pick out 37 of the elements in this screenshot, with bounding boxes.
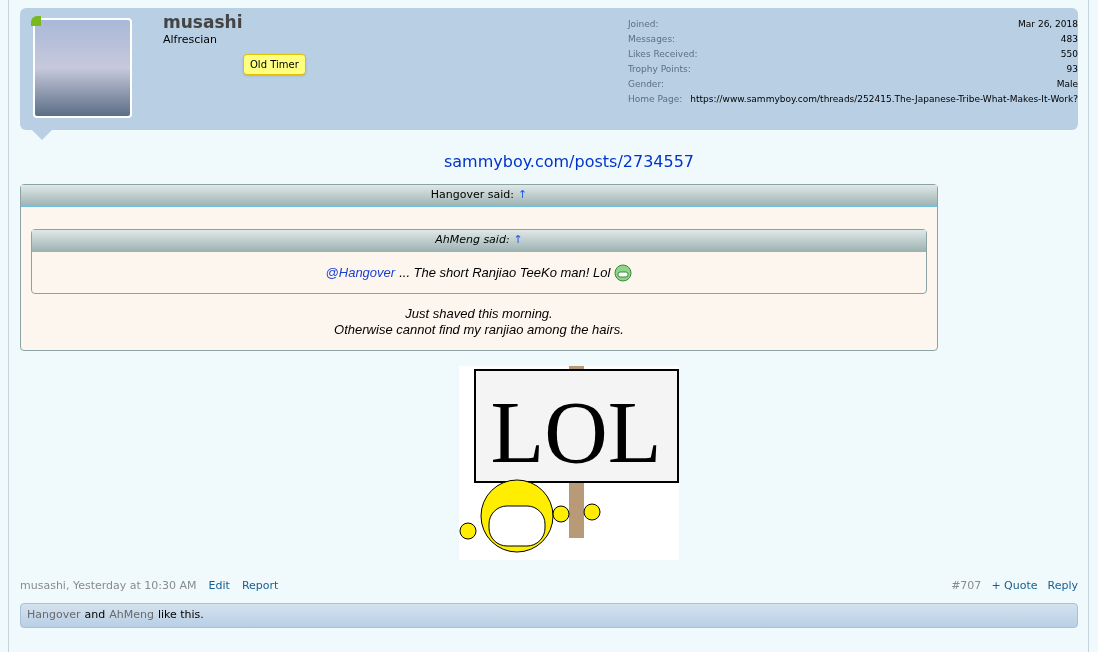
lol-sign-smiley-drawing: LOL — [459, 366, 679, 560]
likes-text: and — [84, 606, 106, 623]
post-action-link[interactable]: + Quote — [991, 578, 1038, 595]
stat-label: Home Page: — [627, 93, 683, 106]
quote-author: AhMeng said: — [435, 232, 510, 249]
arrow-up-icon[interactable]: ↑ — [518, 187, 528, 204]
post-number-link[interactable]: #707 — [951, 578, 982, 595]
arrow-up-icon[interactable]: ↑ — [513, 232, 523, 249]
post-action-link[interactable]: Reply — [1047, 578, 1078, 595]
user-title: Alfrescian — [163, 33, 219, 47]
stat-label: Gender: — [627, 78, 664, 91]
stat-label: Messages: — [627, 33, 676, 46]
post-link[interactable]: sammyboy.com/posts/2734557 — [443, 150, 695, 174]
quote-author: Hangover said: — [430, 187, 514, 204]
stat-value: 483 — [1060, 33, 1078, 46]
avatar-photo-placeholder[interactable] — [33, 18, 132, 118]
grin-smiley-icon — [614, 263, 633, 282]
stat-value: Male — [1056, 78, 1078, 91]
username[interactable]: musashi — [163, 11, 628, 33]
home-page-link[interactable]: https://www.sammyboy.com/threads/252415.The-Japanese-Tribe-What-Makes-It-Work? — [690, 92, 1078, 107]
stat-value: 93 — [1066, 63, 1078, 76]
post-action-link[interactable]: Edit — [208, 578, 230, 595]
stat-label: Trophy Points: — [627, 63, 691, 76]
stat-label: Likes Received: — [627, 48, 698, 61]
quote-text: Otherwise cannot find my ranjiao among the hairs. — [334, 322, 624, 338]
user-badge: Old Timer — [243, 54, 306, 75]
likes-text: like this. — [157, 606, 204, 623]
post-meta: musashi, Yesterday at 10:30 AM — [20, 578, 197, 594]
quote-text: ... The short Ranjiao TeeKo man! Lol — [399, 263, 611, 282]
quote-text: Just shaved this morning. — [405, 306, 553, 322]
stat-value: Mar 26, 2018 — [1018, 18, 1078, 31]
stat-label: Joined: — [627, 18, 659, 31]
post-action-link[interactable]: Report — [241, 578, 279, 595]
user-link[interactable]: AhMeng — [109, 606, 154, 624]
stat-value: 550 — [1060, 48, 1078, 61]
mention-link[interactable]: @Hangover — [325, 262, 396, 283]
user-link[interactable]: Hangover — [27, 606, 81, 624]
